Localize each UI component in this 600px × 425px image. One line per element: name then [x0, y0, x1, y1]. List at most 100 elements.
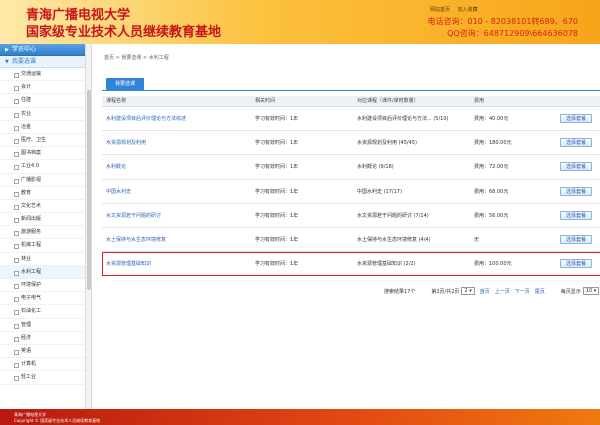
course-count-cell: 水利概论 (9/18) — [357, 155, 472, 178]
sidebar-item[interactable]: 经济 — [0, 332, 85, 345]
course-name-link-cell: 水资源规划及利用 — [106, 131, 251, 154]
sidebar-head-student-center[interactable]: ▶ 学员中心 — [0, 44, 85, 56]
sidebar-item[interactable]: 教育 — [0, 187, 85, 200]
sidebar-item[interactable]: 交通运输 — [0, 68, 85, 82]
col-fee: 费用 — [474, 97, 485, 104]
course-fee: 费用：72.00元 — [474, 164, 509, 171]
study-time: 学习有效时间：1年 — [255, 140, 299, 147]
course-name-link-cell: 水利概论 — [106, 155, 251, 178]
header-links: 网站首页 加入收藏 — [430, 6, 484, 13]
sidebar-item[interactable]: 石油化工 — [0, 305, 85, 319]
course-fee-cell: 费用：68.00元 — [474, 180, 549, 203]
sidebar-item[interactable]: 计算机 — [0, 358, 85, 372]
page-info: 第2页/共2页 — [431, 288, 460, 295]
course-count: 水资源规划及利用 (45/45) — [357, 140, 417, 147]
sidebar-item[interactable]: 轻工业 — [0, 371, 85, 385]
sidebar-item[interactable]: 工业4.0 — [0, 160, 85, 174]
course-count-cell: 水土保持与水生态环境修复 (4/4) — [357, 228, 472, 251]
course-count: 中国水利史 (17/17) — [357, 188, 402, 195]
first-page-link[interactable]: 首页 — [480, 288, 490, 295]
sidebar-head-select-course[interactable]: ▼ 我要选课 — [0, 56, 85, 68]
tab-select-course[interactable]: 我要选课 — [106, 78, 144, 90]
action-cell: 选择套餐 — [552, 228, 600, 251]
course-count-cell: 水文资源若干问题的研讨 (7/14) — [357, 204, 472, 227]
main-content: 首页 > 我要选课 > 水利工程 我要选课 课程名称 相关时间 对应课程（课件/… — [94, 44, 600, 409]
sidebar-item-list: 交通运输 会计 住建 农业 冶金 医疗、卫生 图书档案 工业4.0 广播影视 教育 文化艺术 新闻出版… — [0, 68, 85, 385]
highlight-box — [102, 251, 600, 276]
course-count-cell: 水利建设项目后评价理论与方法... (5/10) — [357, 107, 472, 130]
course-fee: 费用：40.00元 — [474, 116, 509, 123]
home-link[interactable]: 网站首页 — [430, 7, 450, 13]
course-fee-cell: 费用：56.00元 — [474, 204, 549, 227]
sidebar-item[interactable]: 英语 — [0, 345, 85, 359]
study-time-cell: 学习有效时间：1年 — [255, 107, 355, 130]
table-header: 课程名称 相关时间 对应课程（课件/课时数量） 费用 — [102, 96, 600, 107]
sidebar-item[interactable]: 机械工程 — [0, 239, 85, 253]
course-count-cell: 水资源规划及利用 (45/45) — [357, 131, 472, 154]
sidebar-item[interactable]: 农业 — [0, 108, 85, 121]
sidebar-item[interactable]: 医疗、卫生 — [0, 134, 85, 148]
sidebar-item[interactable]: 管理 — [0, 319, 85, 332]
caret-right-icon: ▶ — [5, 47, 9, 53]
sidebar-item[interactable]: 水利工程 — [0, 265, 85, 279]
study-time-cell: 学习有效时间：1年 — [255, 155, 355, 178]
course-name-link[interactable]: 中国水利史 — [106, 188, 131, 195]
sidebar-item[interactable]: 文化艺术 — [0, 200, 85, 214]
sidebar-item[interactable]: 图书档案 — [0, 147, 85, 161]
course-name-link-cell: 水文资源若干问题的研讨 — [106, 204, 251, 227]
sidebar-item[interactable]: 林业 — [0, 253, 85, 266]
course-count: 水土保持与水生态环境修复 (4/4) — [357, 237, 431, 244]
course-name-link[interactable]: 水资源规划及利用 — [106, 139, 146, 146]
course-count: 水文资源若干问题的研讨 (7/14) — [357, 212, 429, 219]
sidebar-item[interactable]: 广播影视 — [0, 174, 85, 187]
course-name-link[interactable]: 水文资源若干问题的研讨 — [106, 212, 161, 219]
next-page-link[interactable]: 下一页 — [515, 288, 530, 295]
per-page-select[interactable]: 10 ▾ — [582, 287, 600, 295]
sidebar-item[interactable]: 新闻出版 — [0, 213, 85, 227]
course-name-link[interactable]: 水利建设项目后评价理论与方法综述 — [106, 115, 186, 122]
sidebar-item[interactable]: 会计 — [0, 81, 85, 95]
sidebar-scrollbar-thumb[interactable] — [87, 90, 91, 290]
select-package-button[interactable]: 选择套餐 — [560, 235, 592, 245]
sidebar-item[interactable]: 住建 — [0, 94, 85, 108]
sidebar-item[interactable]: 冶金 — [0, 121, 85, 134]
pagination: 搜索结果17个 第2页/共2页 2 ▾ 首页 上一页 下一页 尾页 每页显示 1… — [384, 287, 600, 295]
col-time: 相关时间 — [255, 97, 276, 104]
select-package-button[interactable]: 选择套餐 — [560, 210, 592, 220]
course-count: 水利概论 (9/18) — [357, 164, 394, 171]
study-time: 学习有效时间：1年 — [255, 212, 299, 219]
favorite-link[interactable]: 加入收藏 — [458, 7, 478, 13]
action-cell: 选择套餐 — [552, 204, 600, 227]
select-package-button[interactable]: 选择套餐 — [560, 138, 592, 148]
course-fee: 无 — [474, 237, 480, 244]
select-package-button[interactable]: 选择套餐 — [560, 114, 592, 124]
prev-page-link[interactable]: 上一页 — [495, 288, 510, 295]
table-row: 水土保持与水生态环境修复 学习有效时间：1年 水土保持与水生态环境修复 (4/4) 无… — [102, 228, 600, 253]
course-count-cell: 中国水利史 (17/17) — [357, 180, 472, 203]
study-time: 学习有效时间：1年 — [255, 164, 299, 171]
study-time: 学习有效时间：1年 — [255, 188, 299, 195]
sidebar: ▶ 学员中心 ▼ 我要选课 交通运输 会计 住建 农业 冶金 医疗、卫生 图书档案 工业4.0… — [0, 44, 86, 409]
table-row: 水利概论 学习有效时间：1年 水利概论 (9/18) 费用：72.00元 选择套餐 — [102, 155, 600, 180]
site-subtitle: 国家级专业技术人员继续教育基地 — [26, 25, 222, 40]
action-cell: 选择套餐 — [552, 155, 600, 178]
caret-down-icon: ▼ — [5, 59, 9, 65]
qq-info: QQ咨询：648712909\664636078 — [447, 29, 578, 38]
course-name-link[interactable]: 水利概论 — [106, 163, 126, 170]
study-time-cell: 学习有效时间：1年 — [255, 204, 355, 227]
sidebar-item[interactable]: 环境保护 — [0, 279, 85, 293]
sidebar-head-label: 学员中心 — [12, 46, 37, 53]
course-fee: 费用：56.00元 — [474, 212, 509, 219]
sidebar-item[interactable]: 电子电气 — [0, 292, 85, 306]
course-name-link[interactable]: 水土保持与水生态环境修复 — [106, 236, 166, 243]
select-package-button[interactable]: 选择套餐 — [560, 162, 592, 172]
sidebar-item[interactable]: 旅游服务 — [0, 226, 85, 240]
page-select[interactable]: 2 ▾ — [461, 287, 475, 295]
table-row: 水文资源若干问题的研讨 学习有效时间：1年 水文资源若干问题的研讨 (7/14) 费用… — [102, 204, 600, 228]
study-time-cell: 学习有效时间：1年 — [255, 131, 355, 154]
course-name-link-cell: 水土保持与水生态环境修复 — [106, 228, 251, 251]
select-package-button[interactable]: 选择套餐 — [560, 186, 592, 196]
last-page-link[interactable]: 尾页 — [535, 288, 545, 295]
course-fee-cell: 无 — [474, 228, 549, 251]
sidebar-head-label: 我要选课 — [12, 58, 37, 65]
